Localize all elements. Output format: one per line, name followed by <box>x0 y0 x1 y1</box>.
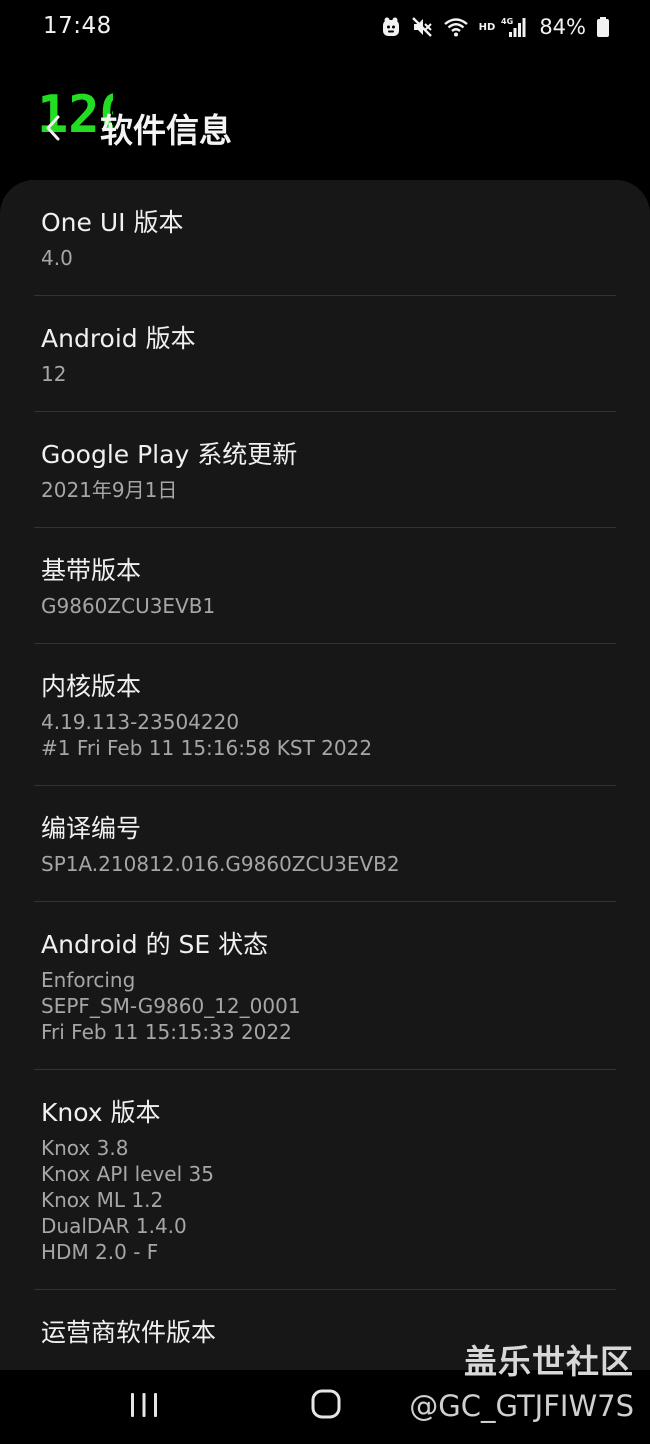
recents-icon[interactable] <box>127 1388 161 1422</box>
page-title: 软件信息 <box>100 111 232 150</box>
item-value: Fri Feb 11 15:15:33 2022 <box>41 1020 292 1044</box>
item-value: 4.0 <box>41 246 73 270</box>
list-item-google-play-update[interactable]: Google Play 系统更新 2021年9月1日 <box>34 412 616 528</box>
back-button[interactable] <box>38 110 68 146</box>
wifi-icon <box>443 18 468 37</box>
item-value: 12 <box>41 362 67 386</box>
list-item-android-version[interactable]: Android 版本 12 <box>34 296 616 412</box>
item-title: Knox 版本 <box>41 1098 161 1127</box>
item-value: Knox API level 35 <box>41 1162 214 1186</box>
item-value: 2021年9月1日 <box>41 478 178 502</box>
list-item-one-ui-version[interactable]: One UI 版本 4.0 <box>34 180 616 296</box>
svg-text:4G: 4G <box>501 17 513 26</box>
item-title: 编译编号 <box>41 814 142 843</box>
list-item-se-status[interactable]: Android 的 SE 状态 Enforcing SEPF_SM-G9860_… <box>34 902 616 1070</box>
chevron-left-icon <box>46 115 60 141</box>
item-value: G9860ZCU3EVB1 <box>41 594 216 618</box>
status-icons: HD 4G 84% <box>381 12 610 42</box>
item-value: SP1A.210812.016.G9860ZCU3EVB2 <box>41 852 400 876</box>
battery-percent: 84% <box>539 15 586 39</box>
list-item-baseband-version[interactable]: 基带版本 G9860ZCU3EVB1 <box>34 528 616 644</box>
status-bar: 17:48 HD 4G 84% <box>0 0 650 56</box>
battery-icon <box>597 17 609 37</box>
item-value: SEPF_SM-G9860_12_0001 <box>41 994 301 1018</box>
item-title: 内核版本 <box>41 672 142 701</box>
item-value: HDM 2.0 - F <box>41 1240 159 1264</box>
item-value: Knox ML 1.2 <box>41 1188 164 1212</box>
status-time: 17:48 <box>43 13 112 39</box>
item-value: 4.19.113-23504220 <box>41 710 240 734</box>
item-value: #1 Fri Feb 11 15:16:58 KST 2022 <box>41 736 373 760</box>
watermark: 盖乐世社区 @GC_GTJFIW7S <box>409 1335 634 1423</box>
item-title: 基带版本 <box>41 556 142 585</box>
item-value: DualDAR 1.4.0 <box>41 1214 187 1238</box>
home-icon[interactable] <box>308 1386 344 1422</box>
list-item-kernel-version[interactable]: 内核版本 4.19.113-23504220 #1 Fri Feb 11 15:… <box>34 644 616 786</box>
item-title: Google Play 系统更新 <box>41 440 298 469</box>
alarm-icon <box>382 17 399 36</box>
hd-icon: HD <box>478 21 496 33</box>
header: 软件信息 <box>0 90 650 160</box>
list-item-build-number[interactable]: 编译编号 SP1A.210812.016.G9860ZCU3EVB2 <box>34 786 616 902</box>
list-item-knox-version[interactable]: Knox 版本 Knox 3.8 Knox API level 35 Knox … <box>34 1070 616 1290</box>
mute-icon <box>411 17 432 37</box>
watermark-site: 盖乐世社区 <box>464 1342 634 1381</box>
signal-4g-icon: 4G <box>501 17 526 37</box>
watermark-handle: @GC_GTJFIW7S <box>409 1389 634 1423</box>
item-title: Android 版本 <box>41 324 196 353</box>
item-title: One UI 版本 <box>41 208 184 237</box>
software-info-list: One UI 版本 4.0 Android 版本 12 Google Play … <box>0 180 650 1370</box>
item-value: Enforcing <box>41 968 136 992</box>
item-title: Android 的 SE 状态 <box>41 930 269 959</box>
item-value: Knox 3.8 <box>41 1136 129 1160</box>
